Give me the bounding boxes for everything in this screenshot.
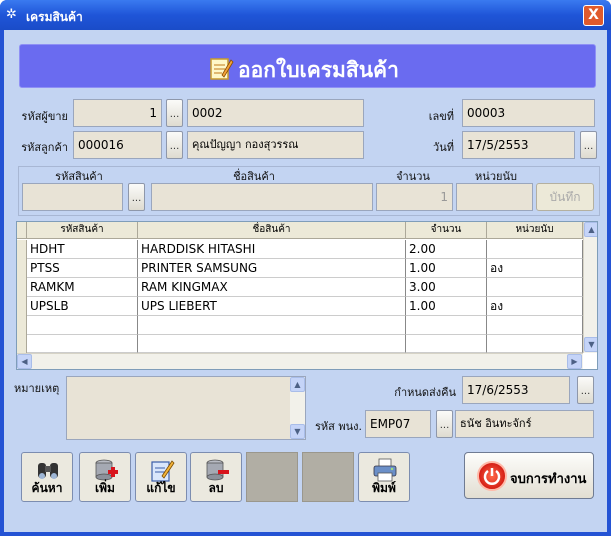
entry-unit-field[interactable] — [456, 183, 533, 211]
row-selector[interactable] — [17, 335, 27, 353]
notepad-icon — [210, 58, 234, 80]
doc-no-label: เลขที่ — [428, 110, 454, 123]
entry-product-name-field[interactable] — [151, 183, 373, 211]
cell-product-name[interactable] — [138, 335, 406, 353]
seller-no-field[interactable]: 1 — [73, 99, 162, 127]
customer-code-field[interactable]: 000016 — [73, 131, 162, 159]
entry-qty-field[interactable]: 1 — [376, 183, 453, 211]
row-selector[interactable] — [17, 316, 27, 335]
seller-browse-button[interactable]: ... — [166, 99, 183, 127]
column-header[interactable]: ชื่อสินค้า — [138, 222, 406, 239]
search-button-label: ค้นหา — [31, 481, 63, 495]
employee-label: รหัส พนง. — [314, 420, 362, 433]
doc-no-field[interactable]: 00003 — [462, 99, 595, 127]
exit-button-label: จบการทำงาน — [510, 472, 587, 487]
claim-items-grid[interactable]: รหัสสินค้า ชื่อสินค้า จำนวน หน่วยนับ HDH… — [16, 221, 598, 370]
edit-button-label: แก้ไข — [146, 481, 176, 495]
window-title: เครมสินค้า — [26, 10, 83, 24]
row-selector[interactable] — [17, 297, 27, 316]
employee-code-field[interactable]: EMP07 — [365, 410, 431, 438]
remark-textarea[interactable]: ▲ ▼ — [66, 376, 306, 440]
cell-unit[interactable] — [487, 240, 583, 259]
title-bar[interactable]: ✲ เครมสินค้า X — [0, 0, 611, 30]
return-date-field[interactable]: 17/6/2553 — [462, 376, 570, 404]
form-body: ออกใบเครมสินค้า รหัสผู้ขาย 1 ... 0002 เล… — [4, 30, 607, 532]
customer-browse-button[interactable]: ... — [166, 131, 183, 159]
entry-product-code-field[interactable] — [22, 183, 123, 211]
cell-unit[interactable] — [487, 335, 583, 353]
add-button[interactable]: เพิ่ม — [79, 452, 131, 502]
date-label: วันที่ — [433, 141, 454, 154]
cell-product-code[interactable]: HDHT — [27, 240, 138, 259]
cell-qty[interactable] — [406, 335, 487, 353]
remark-label: หมายเหตุ — [14, 382, 60, 395]
row-selector[interactable] — [17, 278, 27, 297]
date-picker-button[interactable]: ... — [580, 131, 597, 159]
banner-title: ออกใบเครมสินค้า — [238, 58, 399, 82]
scroll-down-icon[interactable]: ▼ — [584, 337, 597, 352]
grid-header: รหัสสินค้า ชื่อสินค้า จำนวน หน่วยนับ — [17, 222, 583, 239]
search-button[interactable]: ค้นหา — [21, 452, 73, 502]
scroll-up-icon[interactable]: ▲ — [584, 222, 597, 237]
disabled-toolbar-slot — [302, 452, 354, 502]
customer-name-field[interactable]: คุณปัญญา กองสุวรรณ — [187, 131, 364, 159]
row-selector[interactable] — [17, 259, 27, 278]
cell-product-name[interactable]: RAM KINGMAX — [138, 278, 406, 297]
scroll-up-icon[interactable]: ▲ — [290, 377, 305, 392]
grid-horizontal-scrollbar[interactable]: ◀ ▶ — [17, 353, 583, 369]
delete-button-label: ลบ — [208, 481, 224, 495]
disabled-toolbar-slot — [246, 452, 298, 502]
return-date-picker-button[interactable]: ... — [577, 376, 594, 404]
seller-id-label: รหัสผู้ขาย — [21, 110, 68, 123]
banner: ออกใบเครมสินค้า — [19, 44, 596, 88]
grid-corner — [17, 222, 27, 239]
grid-vertical-scrollbar[interactable]: ▲ ▼ — [583, 222, 597, 353]
exit-button[interactable]: จบการทำงาน — [464, 452, 594, 499]
delete-button[interactable]: ลบ — [190, 452, 242, 502]
scroll-left-icon[interactable]: ◀ — [17, 354, 32, 369]
cell-unit[interactable] — [487, 278, 583, 297]
cell-product-name[interactable]: UPS LIEBERT — [138, 297, 406, 316]
scroll-right-icon[interactable]: ▶ — [567, 354, 582, 369]
cell-product-name[interactable] — [138, 316, 406, 335]
cell-unit[interactable]: อง — [487, 297, 583, 316]
employee-name-field[interactable]: ธนัช อินทะจักร์ — [455, 410, 594, 438]
cell-product-name[interactable]: PRINTER SAMSUNG — [138, 259, 406, 278]
cell-product-code[interactable] — [27, 316, 138, 335]
print-button[interactable]: พิมพ์ — [358, 452, 410, 502]
cell-qty[interactable]: 1.00 — [406, 259, 487, 278]
app-icon: ✲ — [6, 7, 17, 22]
cell-qty[interactable]: 1.00 — [406, 297, 487, 316]
cell-qty[interactable]: 2.00 — [406, 240, 487, 259]
power-icon — [477, 461, 507, 491]
remark-scrollbar[interactable]: ▲ ▼ — [290, 377, 305, 439]
seller-code-field[interactable]: 0002 — [187, 99, 364, 127]
cell-unit[interactable] — [487, 316, 583, 335]
cell-product-code[interactable] — [27, 335, 138, 353]
cell-product-code[interactable]: PTSS — [27, 259, 138, 278]
cell-product-code[interactable]: UPSLB — [27, 297, 138, 316]
row-selector[interactable] — [17, 240, 27, 259]
print-button-label: พิมพ์ — [372, 481, 396, 495]
entry-product-browse-button[interactable]: ... — [128, 183, 145, 211]
employee-browse-button[interactable]: ... — [436, 410, 453, 438]
cell-qty[interactable] — [406, 316, 487, 335]
cell-qty[interactable]: 3.00 — [406, 278, 487, 297]
scroll-down-icon[interactable]: ▼ — [290, 424, 305, 439]
date-field[interactable]: 17/5/2553 — [462, 131, 575, 159]
add-button-label: เพิ่ม — [95, 481, 115, 495]
edit-button[interactable]: แก้ไข — [135, 452, 187, 502]
cell-unit[interactable]: อง — [487, 259, 583, 278]
save-item-button[interactable]: บันทึก — [536, 183, 594, 211]
return-date-label: กำหนดส่งคืน — [394, 386, 456, 399]
claim-window: ✲ เครมสินค้า X ออกใบเครมสินค้า รหัสผู้ขา… — [0, 0, 611, 536]
customer-id-label: รหัสลูกค้า — [21, 141, 68, 154]
column-header[interactable]: หน่วยนับ — [487, 222, 583, 239]
column-header[interactable]: รหัสสินค้า — [27, 222, 138, 239]
close-button[interactable]: X — [583, 5, 604, 26]
cell-product-name[interactable]: HARDDISK HITASHI — [138, 240, 406, 259]
cell-product-code[interactable]: RAMKM — [27, 278, 138, 297]
column-header[interactable]: จำนวน — [406, 222, 487, 239]
